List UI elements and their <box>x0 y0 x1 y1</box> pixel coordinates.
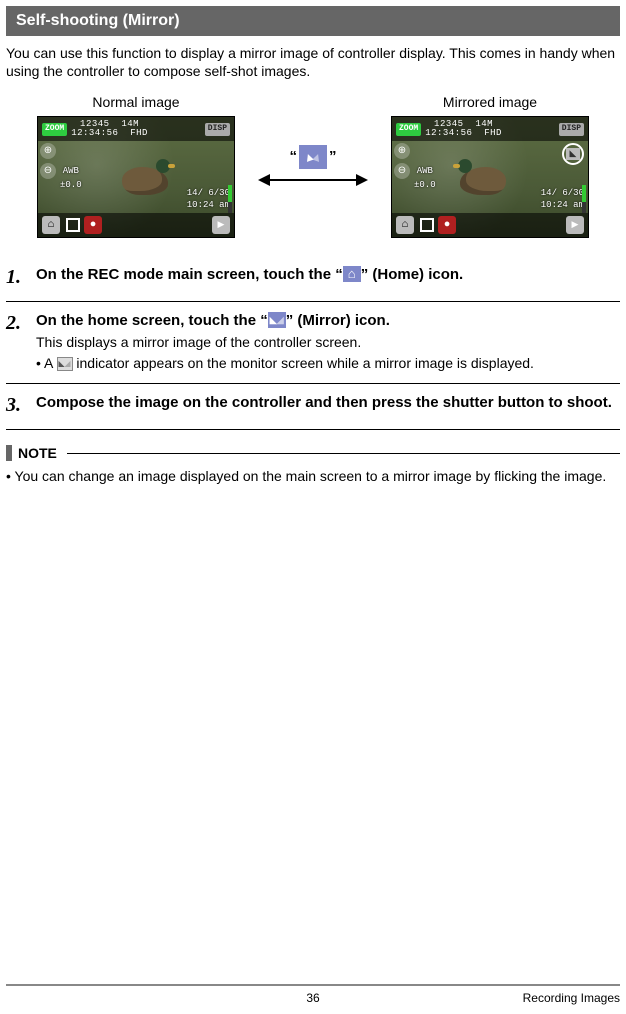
double-arrow-icon <box>258 173 368 187</box>
zoom-badge: ZOOM <box>42 123 67 136</box>
frame-icon <box>420 218 434 232</box>
page-footer: 36 Recording Images <box>6 984 620 1006</box>
step-3-number: 3. <box>6 392 28 419</box>
normal-image-label: Normal image <box>37 93 235 112</box>
battery-bar-icon <box>228 185 232 213</box>
step-2-sub2: A indicator appears on the monitor scree… <box>36 354 620 373</box>
step-1: 1. On the REC mode main screen, touch th… <box>6 256 620 302</box>
page-number: 36 <box>306 990 319 1006</box>
zoom-badge: ZOOM <box>396 123 421 136</box>
home-icon: ⌂ <box>42 216 60 234</box>
mirror-icon <box>299 145 327 169</box>
frame-icon <box>66 218 80 232</box>
magnify-plus-icon: ⊕ <box>40 143 56 159</box>
note-bar-icon <box>6 445 12 461</box>
intro-text: You can use this function to display a m… <box>6 44 620 82</box>
mirror-indicator-icon <box>57 357 73 371</box>
disp-badge: DISP <box>559 123 584 136</box>
step-2-sub1: This displays a mirror image of the cont… <box>36 333 620 352</box>
step-2-number: 2. <box>6 310 28 373</box>
mirrored-lcd: ZOOM 12345 14M 12:34:56 FHD DISP ⊕ ⊖ ◣ A… <box>391 116 589 238</box>
mirrored-image-label: Mirrored image <box>391 93 589 112</box>
step-1-number: 1. <box>6 264 28 291</box>
mirrored-image-col: Mirrored image ZOOM 12345 14M 12:34:56 F… <box>391 93 589 238</box>
play-icon: ▶ <box>566 216 584 234</box>
step-2: 2. On the home screen, touch the “” (Mir… <box>6 302 620 384</box>
between-arrow-group: “ ” <box>253 145 373 187</box>
magnify-minus-icon: ⊖ <box>40 163 56 179</box>
step-1-title: On the REC mode main screen, touch the “… <box>36 264 620 285</box>
mirror-icon <box>268 312 286 328</box>
record-icon: ● <box>84 216 102 234</box>
note-block: NOTE You can change an image displayed o… <box>6 444 620 486</box>
note-label: NOTE <box>18 444 57 463</box>
note-text: You can change an image displayed on the… <box>6 467 620 486</box>
play-icon: ▶ <box>212 216 230 234</box>
mirror-indicator-icon: ◣ <box>566 148 580 160</box>
images-row: Normal image ZOOM 12345 14M 12:34:56 FHD… <box>6 93 620 238</box>
battery-bar-icon <box>582 185 586 213</box>
normal-lcd: ZOOM 12345 14M 12:34:56 FHD DISP ⊕ ⊖ AWB… <box>37 116 235 238</box>
home-icon <box>343 266 361 282</box>
step-3-title: Compose the image on the controller and … <box>36 392 620 413</box>
step-3: 3. Compose the image on the controller a… <box>6 384 620 430</box>
home-icon: ⌂ <box>396 216 414 234</box>
quote-right: ” <box>329 147 337 167</box>
quote-left: “ <box>290 147 298 167</box>
magnify-plus-icon: ⊕ <box>394 143 410 159</box>
magnify-minus-icon: ⊖ <box>394 163 410 179</box>
section-header: Self-shooting (Mirror) <box>6 6 620 36</box>
record-icon: ● <box>438 216 456 234</box>
normal-image-col: Normal image ZOOM 12345 14M 12:34:56 FHD… <box>37 93 235 238</box>
footer-section: Recording Images <box>523 990 620 1006</box>
note-line <box>67 453 620 454</box>
step-2-title: On the home screen, touch the “” (Mirror… <box>36 310 620 331</box>
disp-badge: DISP <box>205 123 230 136</box>
